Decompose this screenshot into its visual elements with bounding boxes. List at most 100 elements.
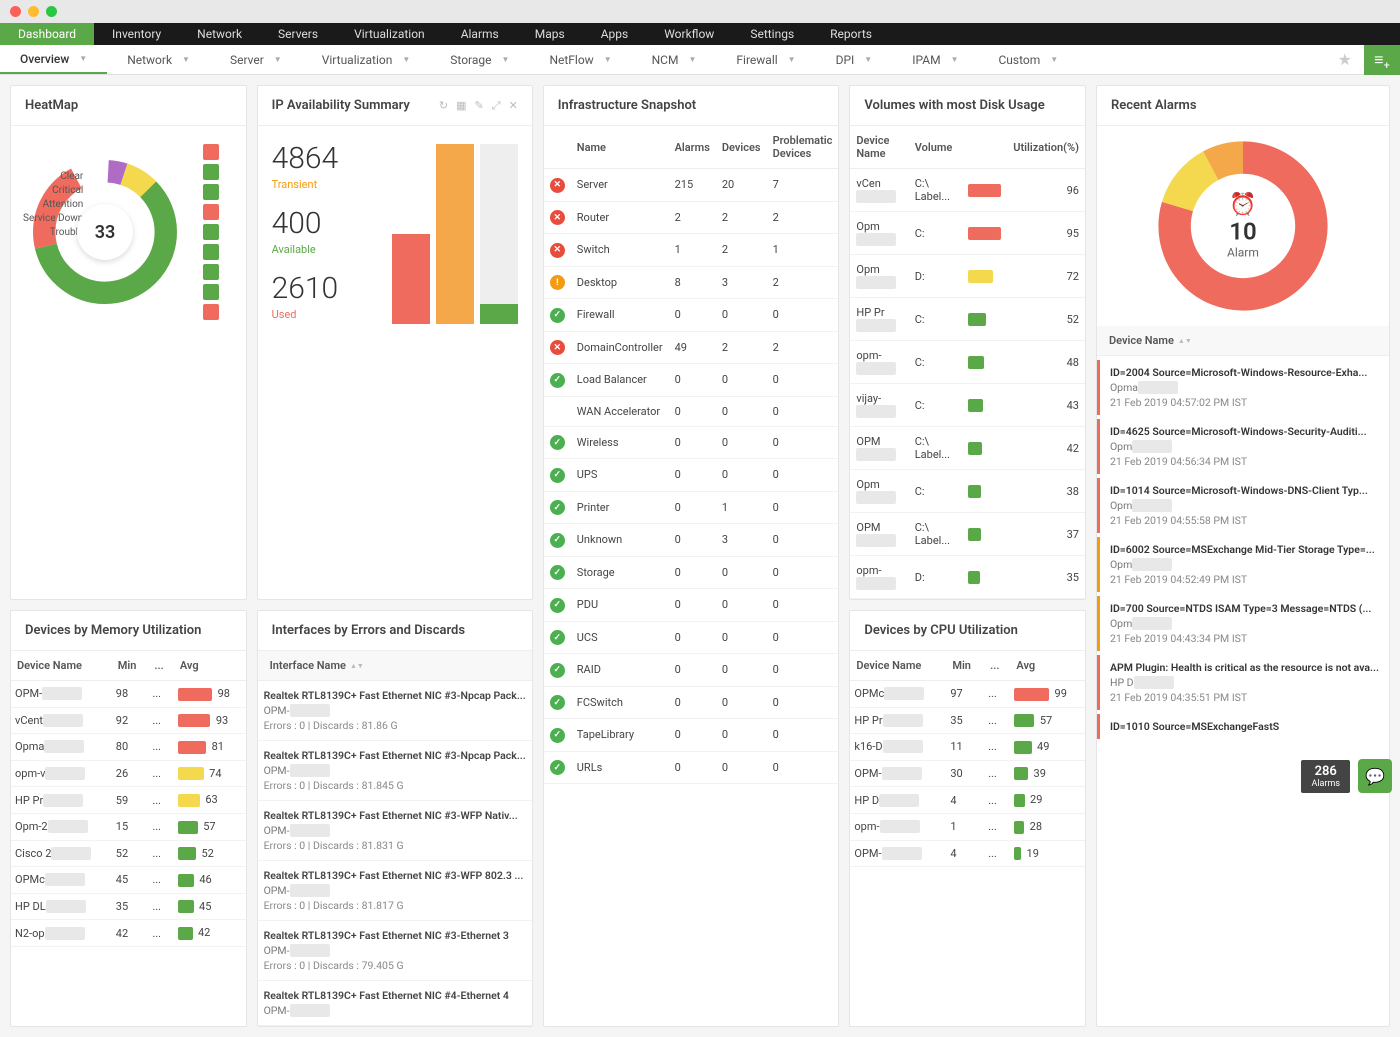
topnav-maps[interactable]: Maps: [517, 23, 583, 45]
table-row[interactable]: ✕DomainController4922: [544, 331, 839, 364]
col-header[interactable]: Volume: [909, 126, 962, 169]
col-header[interactable]: Device Name: [850, 651, 946, 681]
list-item[interactable]: Realtek RTL8139C+ Fast Ethernet NIC #3-N…: [258, 681, 532, 741]
table-row[interactable]: opm-xxxx1... 28: [850, 813, 1085, 840]
window-minimize-icon[interactable]: [28, 6, 39, 17]
table-row[interactable]: vCenxxxxC:\ Label...96: [850, 169, 1085, 212]
col-header[interactable]: Device Name: [850, 126, 908, 169]
table-row[interactable]: WAN Accelerator000: [544, 396, 839, 426]
topnav-apps[interactable]: Apps: [583, 23, 647, 45]
table-row[interactable]: ✓Storage000: [544, 556, 839, 589]
col-header[interactable]: [962, 126, 1008, 169]
heat-cell[interactable]: [203, 184, 219, 200]
window-maximize-icon[interactable]: [46, 6, 57, 17]
table-row[interactable]: OPMxxxxC:\ Label...37: [850, 513, 1085, 556]
table-row[interactable]: ✓URLs000: [544, 751, 839, 784]
table-row[interactable]: OPM-xxxx98... 98: [11, 681, 246, 708]
list-item[interactable]: Realtek RTL8139C+ Fast Ethernet NIC #3-W…: [258, 861, 532, 921]
ifaces-header[interactable]: Interface Name: [270, 659, 346, 672]
list-item[interactable]: Realtek RTL8139C+ Fast Ethernet NIC #3-W…: [258, 801, 532, 861]
alarm-item[interactable]: ID=700 Source=NTDS ISAM Type=3 Message=N…: [1097, 596, 1389, 651]
col-header[interactable]: Name: [571, 126, 669, 169]
expand-icon[interactable]: ⤢: [492, 99, 501, 113]
alarm-item[interactable]: ID=1010 Source=MSExchangeFastS: [1097, 714, 1389, 739]
col-header[interactable]: Devices: [716, 126, 767, 169]
table-row[interactable]: ✓UPS000: [544, 459, 839, 492]
subnav-network[interactable]: Network▼: [107, 45, 210, 74]
table-row[interactable]: OpmxxxxD:72: [850, 255, 1085, 298]
table-row[interactable]: N2-opxxxx42... 42: [11, 920, 246, 947]
table-row[interactable]: ✕Server215207: [544, 169, 839, 202]
table-row[interactable]: ✓Wireless000: [544, 426, 839, 459]
subnav-overview[interactable]: Overview▼: [0, 45, 107, 74]
table-row[interactable]: OPMcxxxx45... 46: [11, 867, 246, 894]
col-header[interactable]: Avg: [1010, 651, 1085, 681]
table-row[interactable]: HP Dxxxx4... 29: [850, 787, 1085, 814]
heat-cell[interactable]: [203, 304, 219, 320]
heat-cell[interactable]: [203, 204, 219, 220]
topnav-alarms[interactable]: Alarms: [443, 23, 517, 45]
col-header[interactable]: Alarms: [669, 126, 716, 169]
col-header[interactable]: Utilization(%): [1007, 126, 1085, 169]
subnav-firewall[interactable]: Firewall▼: [716, 45, 815, 74]
subnav-netflow[interactable]: NetFlow▼: [529, 45, 631, 74]
table-row[interactable]: HP Prxxxx35... 57: [850, 707, 1085, 734]
subnav-storage[interactable]: Storage▼: [430, 45, 529, 74]
col-header[interactable]: [544, 126, 571, 169]
sort-icon[interactable]: ▲▼: [1178, 337, 1192, 345]
topnav-reports[interactable]: Reports: [812, 23, 890, 45]
table-row[interactable]: OpmxxxxC:95: [850, 212, 1085, 255]
table-row[interactable]: OpmxxxxC:38: [850, 470, 1085, 513]
col-header[interactable]: Avg: [174, 651, 246, 681]
subnav-virtualization[interactable]: Virtualization▼: [302, 45, 431, 74]
table-row[interactable]: !Desktop832: [544, 266, 839, 299]
table-row[interactable]: opm-vxxxx26... 74: [11, 760, 246, 787]
table-row[interactable]: ✓Unknown030: [544, 524, 839, 557]
heat-cell[interactable]: [203, 244, 219, 260]
table-row[interactable]: OPM-xxxx30... 39: [850, 760, 1085, 787]
subnav-server[interactable]: Server▼: [210, 45, 302, 74]
alarm-item[interactable]: ID=2004 Source=Microsoft-Windows-Resourc…: [1097, 360, 1389, 415]
table-row[interactable]: ✕Router222: [544, 201, 839, 234]
edit-icon[interactable]: ✎: [475, 99, 484, 113]
alarm-item[interactable]: ID=6002 Source=MSExchange Mid-Tier Stora…: [1097, 537, 1389, 592]
table-row[interactable]: vCentxxxx92... 93: [11, 707, 246, 734]
topnav-workflow[interactable]: Workflow: [646, 23, 732, 45]
table-row[interactable]: Cisco 2xxxx52... 52: [11, 840, 246, 867]
table-row[interactable]: ✓TapeLibrary000: [544, 719, 839, 752]
table-row[interactable]: Opmaxxxx80... 81: [11, 734, 246, 761]
col-header[interactable]: ...: [984, 651, 1010, 681]
table-row[interactable]: ✕Switch121: [544, 234, 839, 267]
list-item[interactable]: Realtek RTL8139C+ Fast Ethernet NIC #4-E…: [258, 981, 532, 1026]
chat-icon[interactable]: 💬: [1358, 759, 1392, 793]
col-header[interactable]: Min: [112, 651, 149, 681]
table-row[interactable]: ✓PDU000: [544, 589, 839, 622]
sort-icon[interactable]: ▲▼: [350, 662, 364, 670]
list-item[interactable]: Realtek RTL8139C+ Fast Ethernet NIC #3-E…: [258, 921, 532, 981]
topnav-dashboard[interactable]: Dashboard: [0, 23, 94, 45]
topnav-servers[interactable]: Servers: [260, 23, 336, 45]
col-header[interactable]: ...: [148, 651, 174, 681]
table-row[interactable]: OPMcxxxx97... 99: [850, 681, 1085, 708]
heat-cell[interactable]: [203, 224, 219, 240]
alarm-item[interactable]: ID=1014 Source=Microsoft-Windows-DNS-Cli…: [1097, 478, 1389, 533]
subnav-ipam[interactable]: IPAM▼: [892, 45, 978, 74]
alarm-item[interactable]: ID=4625 Source=Microsoft-Windows-Securit…: [1097, 419, 1389, 474]
col-header[interactable]: Problematic Devices: [767, 126, 839, 169]
window-close-icon[interactable]: [10, 6, 21, 17]
subnav-ncm[interactable]: NCM▼: [632, 45, 717, 74]
table-row[interactable]: ✓UCS000: [544, 621, 839, 654]
table-row[interactable]: OPM-xxxx4... 19: [850, 840, 1085, 867]
table-row[interactable]: ✓Printer010: [544, 491, 839, 524]
alarms-header[interactable]: Device Name: [1109, 334, 1174, 347]
col-header[interactable]: Device Name: [11, 651, 112, 681]
table-row[interactable]: OPMxxxxC:\ Label...42: [850, 427, 1085, 470]
heat-cell[interactable]: [203, 264, 219, 280]
topnav-virtualization[interactable]: Virtualization: [336, 23, 443, 45]
table-row[interactable]: ✓Load Balancer000: [544, 364, 839, 397]
alarm-count-badge[interactable]: 286 Alarms: [1301, 760, 1350, 793]
table-row[interactable]: HP PrxxxxC:52: [850, 298, 1085, 341]
refresh-icon[interactable]: ↻: [439, 99, 448, 113]
table-row[interactable]: ✓FCSwitch000: [544, 686, 839, 719]
table-row[interactable]: ✓Firewall000: [544, 299, 839, 332]
